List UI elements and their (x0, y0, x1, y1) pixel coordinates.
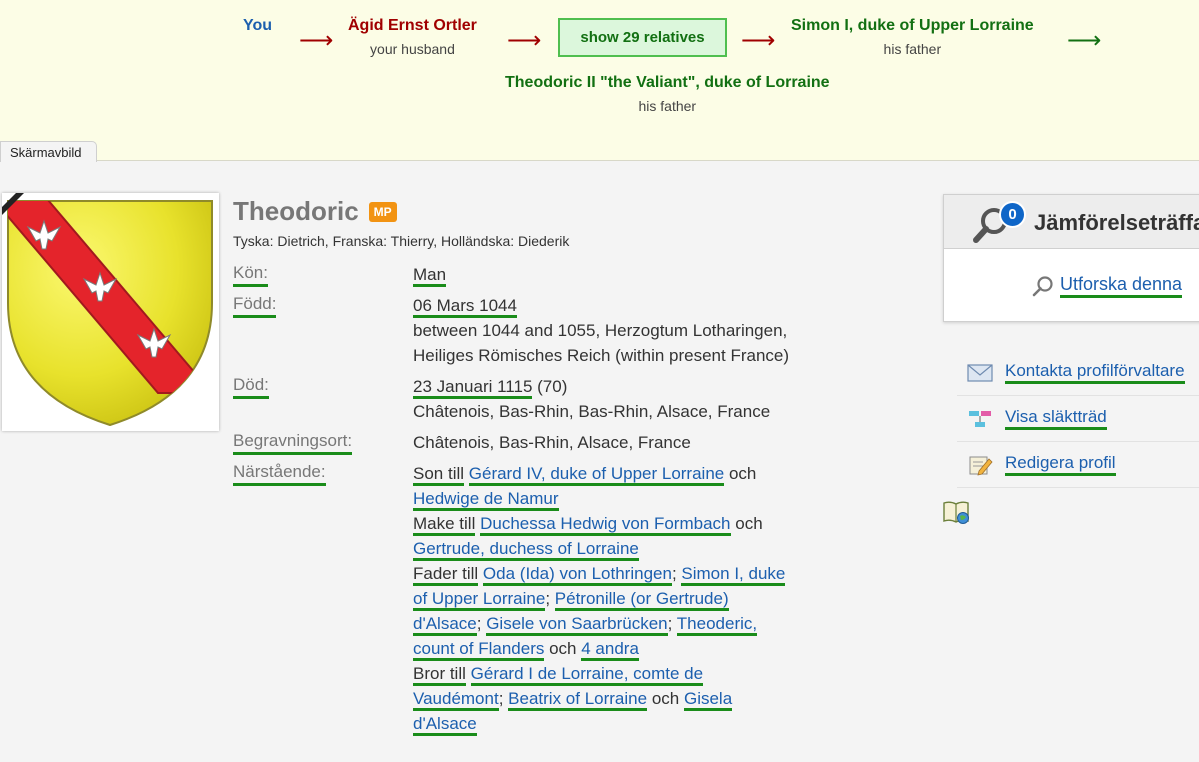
and-text: och (549, 639, 577, 658)
path-husband-name[interactable]: Ägid Ernst Ortler (348, 17, 477, 35)
more-children-link[interactable]: 4 andra (581, 639, 639, 661)
master-profile-badge[interactable]: MP (368, 201, 397, 222)
comparison-header[interactable]: 0 Jämförelseträffar (944, 195, 1199, 249)
gender-label: Kön: (233, 262, 268, 287)
comparison-title[interactable]: Jämförelseträffar (1034, 210, 1199, 236)
edit-profile-link[interactable]: Redigera profil (957, 442, 1199, 488)
coat-of-arms-image (7, 200, 213, 427)
fact-died: Död: 23 Januari 1115 (70) Châtenois, Bas… (233, 374, 813, 424)
envelope-icon (967, 363, 993, 382)
separator: ; (671, 564, 677, 583)
show-relatives-button[interactable]: show 29 relatives (558, 18, 727, 57)
separator: ; (545, 589, 551, 608)
burial-place: Châtenois, Bas-Rhin, Alsace, France (413, 433, 691, 452)
edit-pencil-icon (969, 456, 993, 476)
son-of-text: Son till (413, 464, 465, 486)
separator: ; (498, 689, 504, 708)
burial-label: Begravningsort: (233, 430, 353, 455)
view-tree-label[interactable]: Visa släktträd (1005, 407, 1107, 430)
mourning-ribbon-icon (2, 193, 24, 215)
view-tree-link[interactable]: Visa släktträd (957, 396, 1199, 442)
path-node-theodoric[interactable]: Theodoric II "the Valiant", duke of Lorr… (505, 74, 830, 114)
separator: ; (476, 614, 482, 633)
relative-link[interactable]: Beatrix of Lorraine (508, 689, 648, 711)
separator: ; (667, 614, 673, 633)
explore-label[interactable]: Utforska denna (1060, 274, 1183, 298)
relative-link[interactable]: Hedwige de Namur (413, 489, 559, 511)
husband-of-text: Make till (413, 514, 476, 536)
path-theodoric-name[interactable]: Theodoric II "the Valiant", duke of Lorr… (505, 74, 830, 92)
path-you-name[interactable]: You (243, 17, 272, 35)
path-node-husband[interactable]: Ägid Ernst Ortler your husband (348, 17, 477, 57)
and-text: och (735, 514, 763, 533)
screenshot-tab[interactable]: Skärmavbild (0, 141, 97, 162)
relationship-path-banner: You ⟶ Ägid Ernst Ortler your husband ⟶ s… (0, 0, 1199, 161)
relative-link[interactable]: Gisele von Saarbrücken (486, 614, 668, 636)
search-icon (1032, 276, 1053, 297)
gender-value: Man (413, 265, 447, 287)
match-count-badge: 0 (999, 201, 1026, 228)
profile-name: Theodoric (233, 196, 359, 226)
path-arrow: ⟶ (1067, 27, 1102, 54)
path-husband-role: your husband (370, 41, 455, 57)
fact-born: Född: 06 Mars 1044 between 1044 and 1055… (233, 293, 813, 368)
comparison-matches-panel: 0 Jämförelseträffar Utforska denna (943, 194, 1199, 322)
relatives-label: Närstående: (233, 461, 326, 486)
relative-link[interactable]: Gérard IV, duke of Upper Lorraine (468, 464, 725, 486)
path-arrow: ⟶ (741, 27, 776, 54)
died-age: (70) (532, 377, 568, 396)
profile-title-row: Theodoric MP (233, 196, 397, 227)
path-simon-name[interactable]: Simon I, duke of Upper Lorraine (791, 17, 1034, 35)
and-text: och (728, 464, 757, 483)
born-date: 06 Mars 1044 (413, 296, 517, 318)
profile-photo[interactable] (2, 193, 219, 431)
path-node-you[interactable]: You (243, 17, 272, 35)
path-theodoric-role: his father (638, 98, 697, 114)
explore-link[interactable]: Utforska denna (1032, 274, 1183, 298)
relatives-list: Son till Gérard IV, duke of Upper Lorrai… (413, 461, 798, 736)
edit-profile-label[interactable]: Redigera profil (1005, 453, 1116, 476)
fact-burial: Begravningsort: Châtenois, Bas-Rhin, Als… (233, 430, 813, 455)
book-globe-icon[interactable] (942, 499, 970, 525)
died-date: 23 Januari 1115 (413, 377, 533, 399)
contact-manager-label[interactable]: Kontakta profilförvaltare (1005, 361, 1185, 384)
path-node-simon[interactable]: Simon I, duke of Upper Lorraine his fath… (791, 17, 1034, 57)
relative-link[interactable]: Oda (Ida) von Lothringen (482, 564, 672, 586)
born-place: between 1044 and 1055, Herzogtum Lothari… (413, 321, 790, 365)
fact-gender: Kön: Man (233, 262, 813, 287)
family-tree-icon (969, 410, 991, 427)
died-label: Död: (233, 374, 269, 399)
relative-link[interactable]: Gertrude, duchess of Lorraine (413, 539, 639, 561)
path-arrow: ⟶ (507, 27, 542, 54)
contact-manager-link[interactable]: Kontakta profilförvaltare (957, 350, 1199, 396)
father-of-text: Fader till (413, 564, 479, 586)
fact-relatives: Närstående: Son till Gérard IV, duke of … (233, 461, 813, 736)
born-label: Född: (233, 293, 277, 318)
path-simon-role: his father (883, 41, 942, 57)
profile-actions: Kontakta profilförvaltare Visa släktträd… (957, 350, 1199, 488)
and-text: och (651, 689, 680, 708)
brother-of-text: Bror till (413, 664, 466, 686)
relative-link[interactable]: Duchessa Hedwig von Formbach (480, 514, 731, 536)
alternate-names: Tyska: Dietrich, Franska: Thierry, Hollä… (233, 233, 570, 249)
died-place: Châtenois, Bas-Rhin, Bas-Rhin, Alsace, F… (413, 402, 771, 421)
path-arrow: ⟶ (299, 27, 334, 54)
profile-facts: Kön: Man Född: 06 Mars 1044 between 1044… (233, 262, 813, 742)
